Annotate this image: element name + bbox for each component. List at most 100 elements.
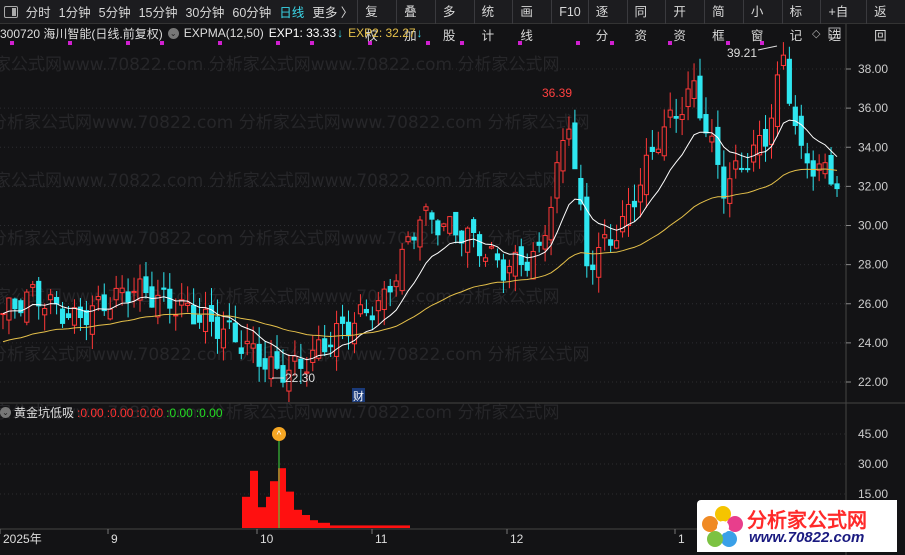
- candle: [530, 250, 536, 280]
- price-tick-label: 34.00: [858, 140, 888, 154]
- price-tick-label: 24.00: [858, 336, 888, 350]
- candle: [822, 162, 828, 175]
- candle: [548, 206, 554, 241]
- candle: [721, 166, 727, 199]
- toolbar: 分时 1分钟 5分钟 15分钟 30分钟 60分钟 日线 更多 〉 复权 叠加 多股 统计 画线 F10…: [0, 0, 905, 43]
- candle: [715, 126, 721, 165]
- histogram-bar: [310, 520, 314, 528]
- toolbar-button[interactable]: 统计: [473, 0, 513, 43]
- candle: [173, 314, 179, 317]
- candle: [602, 234, 608, 239]
- candle: [643, 154, 649, 196]
- toolbar-button[interactable]: 复权: [357, 0, 396, 43]
- signal-dot: [160, 41, 164, 45]
- toolbar-button[interactable]: 叠加: [396, 0, 435, 43]
- watermark: 分析家公式网www.70822.com 分析家公式网www.70822.com …: [0, 287, 560, 307]
- price-tick-label: 28.00: [858, 258, 888, 272]
- toolbar-button[interactable]: 同资: [626, 0, 666, 43]
- candle: [691, 80, 697, 99]
- toolbar-button[interactable]: 返回: [866, 0, 905, 43]
- histogram-bar: [330, 525, 334, 528]
- candle: [369, 315, 375, 321]
- candle: [798, 115, 804, 146]
- signal-dot: [10, 41, 14, 45]
- signal-dot: [310, 41, 314, 45]
- signal-dot: [610, 41, 614, 45]
- price-tick-label: 26.00: [858, 297, 888, 311]
- toolbar-button[interactable]: 小窗: [742, 0, 782, 43]
- candle: [6, 297, 12, 321]
- candle: [149, 286, 155, 308]
- period-tab[interactable]: 更多 〉: [308, 2, 357, 21]
- histogram-bar: [286, 491, 290, 528]
- toolbar-button[interactable]: 标记: [781, 0, 821, 43]
- toolbar-button[interactable]: 画线: [512, 0, 551, 43]
- toolbar-button[interactable]: 简框: [704, 0, 743, 43]
- histogram-bar: [322, 522, 326, 528]
- candle: [77, 306, 84, 319]
- candle: [768, 117, 775, 145]
- panel-toggle-icon[interactable]: [4, 5, 18, 18]
- signal-dot: [218, 41, 222, 45]
- histogram-bar: [282, 468, 286, 528]
- histogram-bar: [362, 525, 366, 528]
- candle: [512, 251, 518, 277]
- histogram-bar: [318, 522, 322, 528]
- period-tab[interactable]: 15分钟: [135, 2, 182, 21]
- period-tab[interactable]: 5分钟: [95, 2, 135, 21]
- candle: [334, 323, 340, 357]
- histogram-bar: [350, 525, 354, 528]
- toolbar-button[interactable]: F10: [551, 0, 588, 24]
- candle: [560, 139, 566, 172]
- indicator-tick-label: 45.00: [858, 427, 888, 441]
- histogram-bar: [398, 525, 402, 528]
- candle: [488, 246, 495, 249]
- histogram-bar: [334, 525, 338, 528]
- toolbar-button[interactable]: 逐分: [587, 0, 627, 43]
- toolbar-button[interactable]: 多股: [434, 0, 474, 43]
- candle: [673, 116, 679, 119]
- histogram-bar: [374, 525, 378, 528]
- candle: [71, 307, 78, 326]
- price-tick-label: 30.00: [858, 219, 888, 233]
- candle: [125, 291, 131, 303]
- candle: [447, 216, 453, 234]
- histogram-bar: [326, 522, 330, 528]
- period-tab[interactable]: 分时: [22, 2, 55, 21]
- period-tab[interactable]: 日线: [275, 2, 308, 21]
- candle: [536, 241, 542, 246]
- candle: [435, 220, 441, 236]
- peak-price-label: 36.39: [542, 86, 572, 100]
- price-chart[interactable]: 分析家公式网www.70822.com 分析家公式网www.70822.com …: [0, 0, 905, 555]
- candle: [256, 343, 262, 367]
- chevron-up-icon: ^: [277, 430, 282, 441]
- chevron-down-icon[interactable]: ⌄: [167, 27, 179, 39]
- candle: [733, 160, 739, 170]
- indicator-tick-label: 30.00: [858, 457, 888, 471]
- period-tab[interactable]: 60分钟: [228, 2, 275, 21]
- signal-dot: [126, 41, 130, 45]
- candle: [441, 223, 447, 227]
- diamond-icon: ◇: [812, 28, 821, 40]
- candle: [810, 160, 816, 177]
- candle: [36, 280, 42, 307]
- watermark: 分析家公式网www.70822.com 分析家公式网www.70822.com …: [0, 55, 560, 75]
- histogram-bar: [242, 496, 246, 528]
- indicator-value: :0.00: [195, 405, 223, 420]
- period-tab[interactable]: 1分钟: [55, 2, 95, 21]
- candle: [751, 144, 757, 163]
- period-tab[interactable]: 30分钟: [181, 2, 228, 21]
- candle: [619, 216, 626, 233]
- candle: [834, 183, 840, 190]
- indicator-tick-label: 15.00: [858, 487, 888, 501]
- x-axis-label: 2025年: [3, 532, 42, 546]
- candle: [274, 351, 280, 369]
- histogram-bar: [254, 470, 258, 528]
- signal-dot: [726, 41, 730, 45]
- histogram-bar: [390, 525, 394, 528]
- indicator-name[interactable]: EXPMA(12,50): [184, 26, 264, 40]
- toolbar-button[interactable]: +自选: [820, 0, 866, 43]
- candle: [137, 278, 143, 301]
- chevron-down-icon[interactable]: ⌄: [0, 407, 11, 418]
- toolbar-button[interactable]: 开资: [665, 0, 704, 43]
